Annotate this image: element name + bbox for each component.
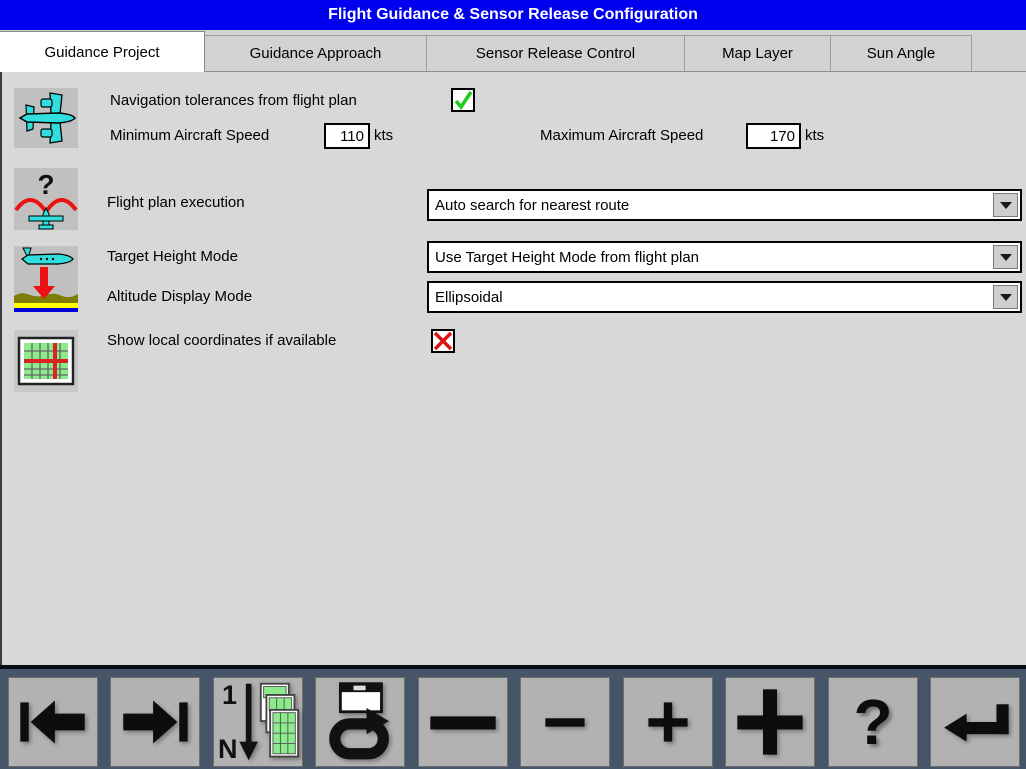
tab-map-layer[interactable]: Map Layer: [684, 35, 831, 71]
min-speed-input[interactable]: [324, 123, 370, 149]
cross-icon: [433, 331, 453, 351]
nav-tolerances-checkbox[interactable]: [451, 88, 475, 112]
max-speed-unit: kts: [805, 127, 824, 145]
arrow-left-to-bar-icon: [11, 680, 95, 764]
page-stack-down-arrow-icon: [216, 680, 300, 764]
svg-text:?: ?: [37, 169, 54, 200]
tab-bar-filler: [972, 35, 1026, 71]
target-height-mode-label: Target Height Mode: [107, 248, 238, 266]
aircraft-top-view-icon: [14, 88, 78, 148]
dropdown-arrow-button[interactable]: [993, 245, 1018, 269]
large-minus-icon: [421, 680, 505, 764]
enter-return-icon: [933, 680, 1017, 764]
altitude-display-mode-value: Ellipsoidal: [435, 289, 503, 306]
local-coordinates-label: Show local coordinates if available: [107, 332, 336, 350]
min-speed-unit: kts: [374, 127, 393, 145]
flight-plan-question-icon: ?: [14, 168, 78, 230]
checkmark-icon: [453, 90, 473, 110]
large-increase-button[interactable]: [725, 677, 815, 767]
bottom-toolbar: 1 N: [0, 665, 1026, 769]
enter-button[interactable]: [930, 677, 1020, 767]
page-select-button[interactable]: 1 N: [213, 677, 303, 767]
go-last-button[interactable]: [110, 677, 200, 767]
tab-guidance-project[interactable]: Guidance Project: [0, 31, 205, 72]
tab-bar: Guidance Project Guidance Approach Senso…: [0, 30, 1026, 72]
cycle-window-button[interactable]: [315, 677, 405, 767]
tab-guidance-approach[interactable]: Guidance Approach: [204, 35, 427, 71]
question-mark-icon: ?: [853, 690, 892, 754]
arrow-right-to-bar-icon: [113, 680, 197, 764]
chevron-down-icon: [1000, 254, 1012, 261]
small-decrease-button[interactable]: [520, 677, 610, 767]
chevron-down-icon: [1000, 294, 1012, 301]
dropdown-arrow-button[interactable]: [993, 193, 1018, 217]
local-grid-map-icon: [14, 330, 78, 392]
max-speed-input[interactable]: [746, 123, 801, 149]
nav-tolerances-label: Navigation tolerances from flight plan: [110, 92, 357, 110]
flight-plan-execution-value: Auto search for nearest route: [435, 197, 629, 214]
small-minus-icon: [523, 680, 607, 764]
min-speed-label: Minimum Aircraft Speed: [110, 127, 269, 145]
small-plus-icon: [626, 680, 710, 764]
flight-plan-execution-label: Flight plan execution: [107, 194, 245, 212]
large-decrease-button[interactable]: [418, 677, 508, 767]
altitude-display-mode-label: Altitude Display Mode: [107, 288, 252, 306]
help-button[interactable]: ?: [828, 677, 918, 767]
go-first-button[interactable]: [8, 677, 98, 767]
window-titlebar: Flight Guidance & Sensor Release Configu…: [0, 0, 1026, 30]
local-coordinates-checkbox[interactable]: [431, 329, 455, 353]
flight-guidance-window: Flight Guidance & Sensor Release Configu…: [0, 0, 1026, 769]
max-speed-label: Maximum Aircraft Speed: [540, 127, 703, 145]
large-plus-icon: [728, 680, 812, 764]
window-title: Flight Guidance & Sensor Release Configu…: [328, 6, 698, 24]
flight-plan-execution-dropdown[interactable]: Auto search for nearest route: [427, 189, 1022, 221]
altitude-display-mode-dropdown[interactable]: Ellipsoidal: [427, 281, 1022, 313]
tab-sun-angle[interactable]: Sun Angle: [830, 35, 972, 71]
target-height-mode-dropdown[interactable]: Use Target Height Mode from flight plan: [427, 241, 1022, 273]
window-cycle-icon: [318, 680, 402, 764]
target-height-mode-value: Use Target Height Mode from flight plan: [435, 249, 699, 266]
guidance-project-panel: Navigation tolerances from flight plan M…: [0, 72, 1026, 665]
small-increase-button[interactable]: [623, 677, 713, 767]
chevron-down-icon: [1000, 202, 1012, 209]
tab-sensor-release-control[interactable]: Sensor Release Control: [426, 35, 685, 71]
target-height-descent-icon: [14, 246, 78, 312]
dropdown-arrow-button[interactable]: [993, 285, 1018, 309]
